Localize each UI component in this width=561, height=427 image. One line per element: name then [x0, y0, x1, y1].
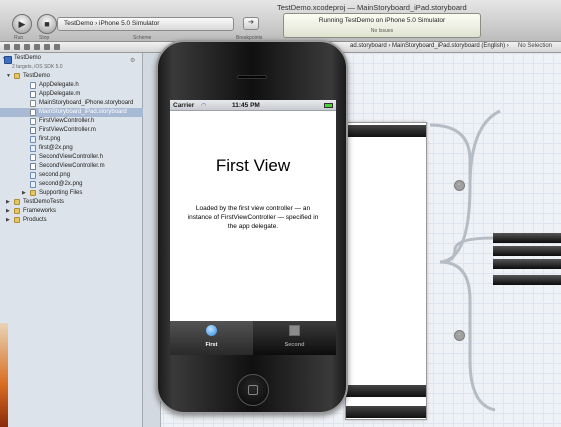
home-square-icon [248, 385, 258, 395]
square-icon [289, 325, 300, 336]
tab-second[interactable]: Second [253, 321, 336, 355]
scene-bar [493, 275, 561, 285]
iphone-simulator: Carrier ◠ 11:45 PM First View Loaded by … [156, 40, 348, 414]
tab-second-label: Second [284, 342, 305, 348]
ios-status-bar: Carrier ◠ 11:45 PM [170, 100, 336, 111]
view-description: Loaded by the first view controller — an… [187, 205, 319, 230]
wifi-icon: ◠ [201, 103, 207, 109]
earpiece [237, 75, 267, 79]
segue-relationship-icon[interactable]: ◦ [454, 180, 465, 191]
tab-first[interactable]: First [170, 321, 253, 355]
storyboard-scene-second[interactable] [493, 233, 561, 293]
tab-bar: First Second [170, 321, 336, 355]
status-time: 11:45 PM [232, 102, 260, 109]
scene-bar [493, 233, 561, 243]
circle-icon [206, 325, 217, 336]
battery-icon [324, 103, 333, 108]
scene-bar [493, 246, 561, 256]
scene-bar [493, 259, 561, 269]
simulator-screen[interactable]: Carrier ◠ 11:45 PM First View Loaded by … [170, 100, 336, 355]
view-title: First View [215, 156, 291, 175]
desktop-background [0, 323, 8, 427]
carrier-label: Carrier [173, 102, 195, 109]
tab-first-label: First [205, 342, 218, 348]
segue-relationship-icon[interactable]: ◦ [454, 330, 465, 341]
home-button[interactable] [237, 374, 269, 406]
